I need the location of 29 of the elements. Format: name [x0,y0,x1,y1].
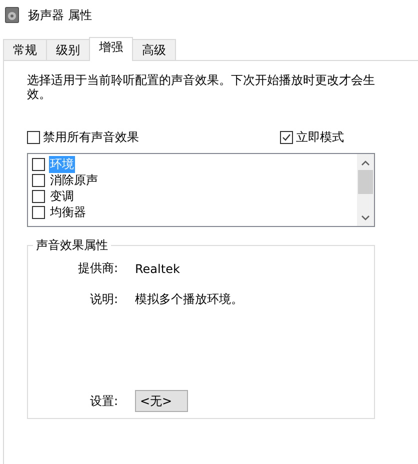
checkbox[interactable] [280,131,293,144]
list-item[interactable]: 均衡器 [49,204,87,220]
tab[interactable]: 增强 [89,37,133,61]
scroll-down-icon[interactable] [361,215,370,221]
speaker-icon [5,7,19,23]
group-title: 声音效果属性 [35,237,109,254]
scroll-thumb[interactable] [358,170,373,194]
field-label: 提供商: [76,260,118,277]
tab[interactable]: 级别 [46,39,90,60]
checkbox[interactable] [32,174,45,186]
field-label: 设置: [88,392,118,410]
description-text: 选择适用于当前聆听配置的声音效果。下次开始播放时更改才会生效。 [27,73,376,101]
checkbox-label[interactable]: 禁用所有声音效果 [43,129,139,146]
checkbox[interactable] [32,190,45,202]
list-item[interactable]: 消除原声 [49,172,99,188]
checkbox-label[interactable]: 立即模式 [296,129,344,146]
scroll-up-icon[interactable] [361,160,370,166]
list-item[interactable]: 变调 [49,188,75,204]
field-value: 模拟多个播放环境。 [135,291,244,308]
checkbox[interactable] [32,206,45,218]
checkbox[interactable] [32,158,45,170]
tab[interactable]: 常规 [3,39,47,60]
tab[interactable]: 高级 [132,39,176,60]
scrollbar[interactable] [357,154,374,226]
checkbox[interactable] [27,131,40,144]
settings-dropdown[interactable]: <无> [135,390,188,412]
window-title: 扬声器 属性 [28,6,92,24]
field-value: Realtek [135,262,181,276]
field-label: 说明: [88,291,118,308]
